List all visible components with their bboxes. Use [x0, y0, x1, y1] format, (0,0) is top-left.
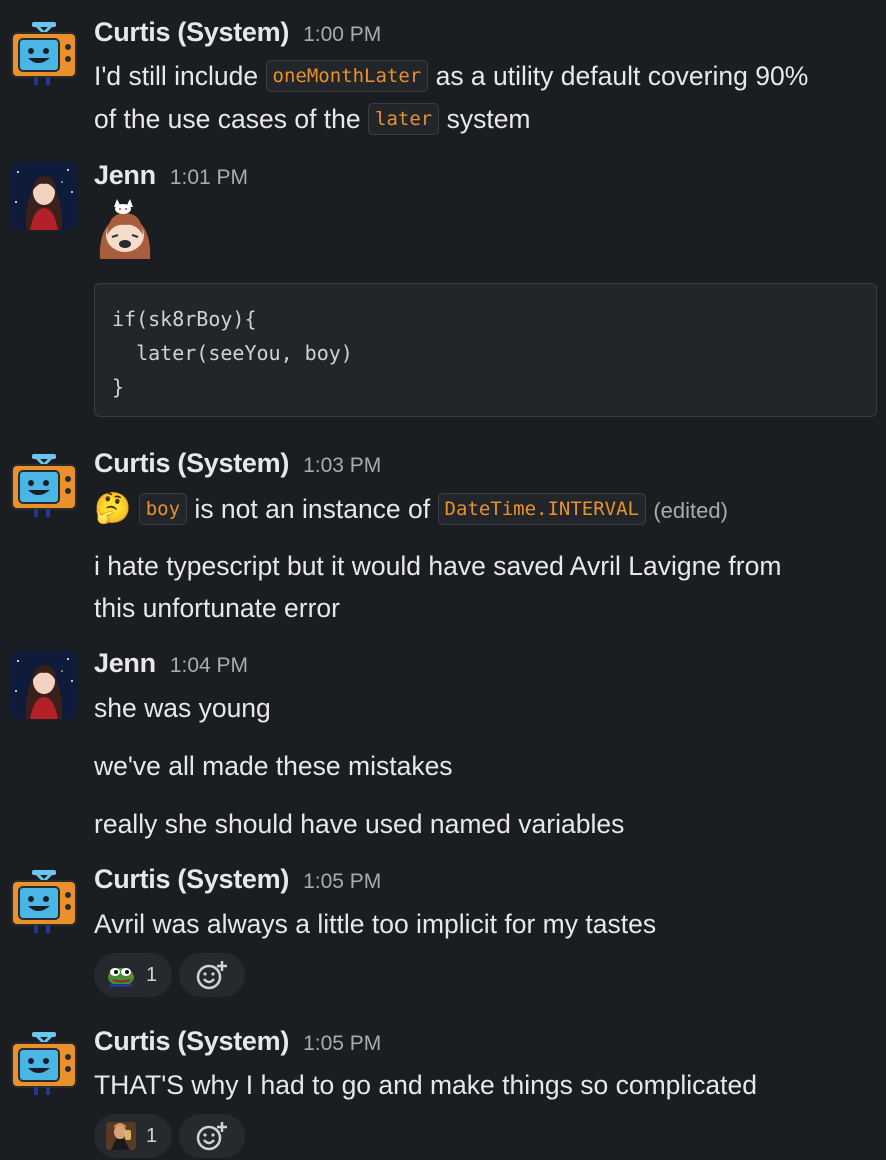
- message-text: this unfortunate error: [94, 593, 340, 623]
- author-name[interactable]: Curtis (System): [94, 864, 289, 895]
- timestamp[interactable]: 1:05 PM: [303, 1032, 381, 1056]
- timestamp[interactable]: 1:04 PM: [170, 654, 248, 678]
- message-text: we've all made these mistakes: [94, 751, 453, 781]
- edited-label: (edited): [653, 498, 728, 523]
- reaction-count: 1: [146, 1124, 158, 1147]
- message-header: Curtis (System) 1:00 PM: [94, 17, 381, 53]
- curtis-avatar[interactable]: [10, 1029, 78, 1097]
- message-text: Avril was always a little too implicit f…: [94, 909, 657, 939]
- timestamp[interactable]: 1:01 PM: [170, 166, 248, 190]
- reaction-count: 1: [146, 963, 158, 986]
- message-header: Curtis (System) 1:03 PM: [94, 448, 381, 484]
- jenn-avatar[interactable]: [10, 651, 78, 719]
- curtis-avatar[interactable]: [10, 451, 78, 519]
- author-name[interactable]: Curtis (System): [94, 17, 289, 48]
- text-segment: as a utility default covering 90%: [428, 61, 809, 91]
- message-text: she was young: [94, 693, 271, 723]
- reaction-pill[interactable]: 1: [94, 953, 172, 997]
- inline-code: oneMonthLater: [265, 60, 429, 92]
- reaction-pill[interactable]: 1: [94, 1114, 172, 1158]
- message-text: 🤔 boy is not an instance of DateTime.INT…: [94, 487, 728, 532]
- author-name[interactable]: Curtis (System): [94, 1026, 289, 1057]
- message-text: i hate typescript but it would have save…: [94, 551, 782, 581]
- inline-code: boy: [138, 493, 188, 525]
- thinking-face-icon: 🤔: [94, 492, 132, 525]
- message-text: really she should have used named variab…: [94, 809, 625, 839]
- pepe-frog-icon: [108, 968, 134, 987]
- add-reaction-icon: [196, 1122, 227, 1151]
- text-segment: is not an instance of: [187, 494, 438, 524]
- add-reaction-button[interactable]: [179, 953, 245, 997]
- text-segment: of the use cases of the: [94, 104, 369, 134]
- curtis-avatar[interactable]: [10, 19, 78, 87]
- inline-code: DateTime.INTERVAL: [437, 493, 646, 525]
- timestamp[interactable]: 1:05 PM: [303, 870, 381, 894]
- timestamp[interactable]: 1:03 PM: [303, 454, 381, 478]
- message-text: I'd still include oneMonthLater as a uti…: [94, 55, 808, 98]
- author-name[interactable]: Jenn: [94, 648, 156, 679]
- author-name[interactable]: Curtis (System): [94, 448, 289, 479]
- author-name[interactable]: Jenn: [94, 160, 156, 191]
- message-text: THAT'S why I had to go and make things s…: [94, 1070, 757, 1100]
- message-header: Jenn 1:01 PM: [94, 160, 248, 196]
- jenn-avatar[interactable]: [10, 162, 78, 230]
- message-header: Curtis (System) 1:05 PM: [94, 864, 381, 900]
- text-segment: system: [439, 104, 531, 134]
- message-header: Jenn 1:04 PM: [94, 648, 248, 684]
- anime-girl-sticker: [94, 197, 156, 259]
- add-reaction-button[interactable]: [179, 1114, 245, 1158]
- inline-code: later: [368, 103, 440, 135]
- text-segment: I'd still include: [94, 61, 266, 91]
- message-header: Curtis (System) 1:05 PM: [94, 1026, 381, 1062]
- message-text: of the use cases of the later system: [94, 98, 531, 141]
- code-block: if(sk8rBoy){ later(seeYou, boy) }: [94, 283, 877, 417]
- add-reaction-icon: [196, 961, 227, 990]
- leonardo-cheers-icon: [106, 1122, 136, 1150]
- timestamp[interactable]: 1:00 PM: [303, 23, 381, 47]
- curtis-avatar[interactable]: [10, 867, 78, 935]
